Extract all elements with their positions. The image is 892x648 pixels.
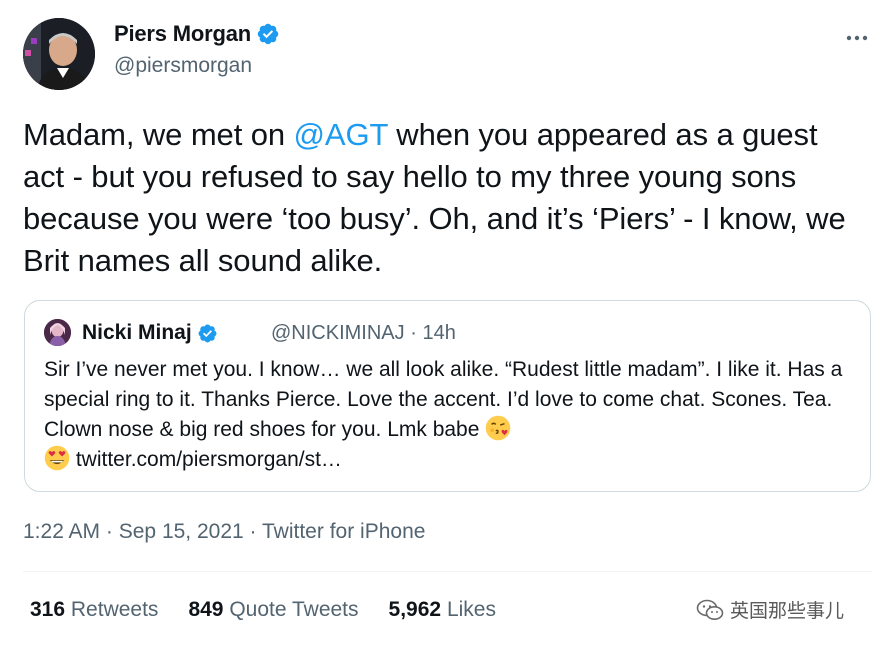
quoted-tweet-body: Sir I’ve never met you. I know… we all l… <box>44 358 843 441</box>
timestamp-separator: · <box>105 520 113 543</box>
retweets-stat[interactable]: 316 Retweets <box>30 598 158 622</box>
author-handle[interactable]: @piersmorgan <box>114 54 252 78</box>
author-name-text: Piers Morgan <box>114 21 251 46</box>
quoted-author-avatar <box>44 319 71 346</box>
heart-eyes-icon <box>44 445 70 471</box>
tweet-card: Piers Morgan @piersmorgan Madam, we met … <box>0 0 892 648</box>
face-blowing-kiss-icon <box>485 415 511 441</box>
wechat-logo-icon <box>696 599 724 620</box>
quoted-tweet-text: Sir I’ve never met you. I know… we all l… <box>44 355 852 475</box>
quoted-avatar-image <box>44 319 71 346</box>
tweet-text-start: Madam, we met on <box>23 117 294 152</box>
verified-badge-icon <box>198 324 217 342</box>
tweet-date[interactable]: Sep 15, 2021 <box>119 520 244 543</box>
quoted-author-handle: @NICKIMINAJ <box>271 322 405 344</box>
author-avatar[interactable] <box>23 18 95 90</box>
quoted-author-name-text: Nicki Minaj <box>82 321 192 344</box>
likes-label: Likes <box>446 598 496 621</box>
retweets-count: 316 <box>30 598 66 621</box>
tweet-time[interactable]: 1:22 AM <box>23 520 100 543</box>
meta-separator: · <box>410 322 417 344</box>
tweet-text: Madam, we met on @AGT when you appeared … <box>23 114 863 282</box>
watermark: 英国那些事儿 <box>696 596 844 623</box>
divider <box>23 571 872 572</box>
watermark-text: 英国那些事儿 <box>730 600 845 622</box>
quote-tweets-stat[interactable]: 849 Quote Tweets <box>188 598 358 622</box>
tweet-source[interactable]: Twitter for iPhone <box>262 520 425 543</box>
more-dots <box>846 35 868 41</box>
tweet-stats: 316 Retweets 849 Quote Tweets 5,962 Like… <box>30 598 526 622</box>
more-horizontal-icon[interactable] <box>842 26 872 50</box>
likes-count: 5,962 <box>388 598 442 621</box>
mention-link[interactable]: @AGT <box>294 117 388 152</box>
tweet-timestamp: 1:22 AM · Sep 15, 2021 · Twitter for iPh… <box>23 520 425 544</box>
likes-stat[interactable]: 5,962 Likes <box>389 598 496 622</box>
retweets-label: Retweets <box>70 598 159 621</box>
quoted-tweet-age: 14h <box>422 322 456 344</box>
timestamp-separator-2: · <box>249 520 257 543</box>
author-avatar-image <box>23 18 95 90</box>
quoted-author-name: Nicki Minaj <box>82 321 218 345</box>
quote-tweets-label: Quote Tweets <box>229 598 359 621</box>
quoted-tweet-link[interactable]: twitter.com/piersmorgan/st… <box>76 448 342 471</box>
quoted-tweet-meta: @NICKIMINAJ · 14h <box>271 322 456 345</box>
quoted-tweet[interactable]: Nicki Minaj @NICKIMINAJ · 14h Sir I’ve n… <box>24 300 871 492</box>
quote-tweets-count: 849 <box>188 598 224 621</box>
verified-badge-icon <box>257 23 279 45</box>
author-name[interactable]: Piers Morgan <box>114 21 280 47</box>
